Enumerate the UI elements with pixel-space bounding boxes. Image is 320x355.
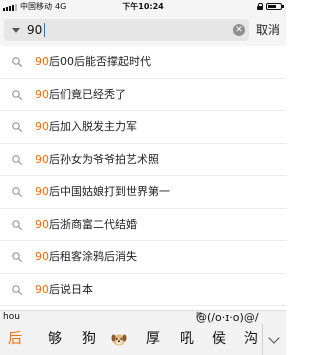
status-bar: 中国移动 4G 下午10:24 <box>0 0 286 14</box>
suggestion-match: 90 <box>35 282 49 296</box>
suggestion-text: 90后中国姑娘打到世界第一 <box>35 176 170 208</box>
search-icon <box>12 89 22 100</box>
text-cursor <box>44 23 45 37</box>
suggestion-text: 90后们竟已经秃了 <box>35 79 126 111</box>
status-time: 下午10:24 <box>122 2 164 11</box>
candidate-1[interactable]: 后 <box>4 324 26 355</box>
suggestion-match: 90 <box>35 152 49 166</box>
suggestion-item[interactable]: 90后说日本 <box>0 274 286 306</box>
suggestion-text: 90后00后能否撑起时代 <box>35 46 151 78</box>
suggestion-rest: 后孙女为爷爷拍艺术照 <box>49 152 159 166</box>
suggestion-item[interactable]: 90后们竟已经秃了 <box>0 79 286 111</box>
candidate-4[interactable]: 厚 <box>142 324 164 355</box>
search-input[interactable]: 90 ✕ <box>4 19 249 41</box>
clear-icon[interactable]: ✕ <box>233 24 245 36</box>
keyboard-candidate-bar: 后 够 狗 厚 吼 侯 沟 <box>0 324 286 355</box>
cancel-button[interactable]: 取消 <box>256 14 280 46</box>
emoticon-candidate[interactable]: @(/o·ɪ·o)@/ <box>196 311 259 324</box>
suggestion-rest: 后00后能否撑起时代 <box>49 55 151 68</box>
suggestion-match: 90 <box>35 55 49 68</box>
search-query[interactable]: 90 <box>27 19 42 41</box>
search-icon <box>12 187 22 197</box>
suggestion-match: 90 <box>35 185 49 198</box>
suggestion-item[interactable]: 90后浙商富二代结婚 <box>0 209 286 241</box>
search-header: 90 ✕ 取消 <box>0 14 286 46</box>
dog-face-emoji[interactable] <box>108 324 130 355</box>
suggestion-rest: 后浙商富二代结婚 <box>49 217 137 231</box>
pinyin-input: hou <box>3 312 20 322</box>
suggestion-item[interactable]: 90后00后能否撑起时代 <box>0 46 286 79</box>
suggestion-rest: 后租客涂鸦后消失 <box>49 250 137 263</box>
suggestion-rest: 后们竟已经秃了 <box>49 87 126 101</box>
chevron-down-icon <box>268 332 280 344</box>
battery-icon <box>266 3 284 10</box>
suggestion-item[interactable]: 90后孙女为爷爷拍艺术照 <box>0 144 286 176</box>
suggestion-rest: 后中国姑娘打到世界第一 <box>49 185 170 198</box>
suggestion-text: 90后租客涂鸦后消失 <box>35 241 137 273</box>
expand-candidates-button[interactable] <box>262 324 286 355</box>
suggestion-match: 90 <box>35 87 49 101</box>
suggestion-text: 90后说日本 <box>35 274 93 306</box>
candidate-3[interactable]: 狗 <box>78 324 100 355</box>
dog-face-icon <box>111 334 127 346</box>
candidate-2[interactable]: 够 <box>44 324 66 355</box>
orientation-lock-icon <box>257 3 263 10</box>
suggestion-item[interactable]: 90后中国姑娘打到世界第一 <box>0 176 286 209</box>
suggestion-match: 90 <box>35 120 49 133</box>
search-icon <box>12 252 22 262</box>
suggestion-rest: 后说日本 <box>49 282 93 296</box>
search-icon <box>12 122 22 132</box>
candidate-7[interactable]: 沟 <box>240 324 262 355</box>
search-icon <box>12 57 22 67</box>
search-icon <box>12 219 22 230</box>
suggestion-text: 90后加入脱发主力军 <box>35 111 137 143</box>
search-icon <box>12 154 22 165</box>
suggestion-text: 90后孙女为爷爷拍艺术照 <box>35 144 159 176</box>
suggestion-match: 90 <box>35 217 49 231</box>
suggestion-text: 90后浙商富二代结婚 <box>35 209 137 241</box>
candidate-5[interactable]: 吼 <box>176 324 198 355</box>
caret-down-icon[interactable] <box>12 28 20 33</box>
candidate-6[interactable]: 侯 <box>208 324 230 355</box>
suggestion-match: 90 <box>35 250 49 263</box>
suggestion-item[interactable]: 90后加入脱发主力军 <box>0 111 286 144</box>
search-icon <box>12 284 22 295</box>
suggestion-item[interactable]: 90后租客涂鸦后消失 <box>0 241 286 274</box>
suggestion-list: 90后00后能否撑起时代 90后们竟已经秃了 90后加入脱发主力军 90后孙女为爷爷拍… <box>0 46 286 306</box>
status-right <box>257 3 284 10</box>
suggestion-rest: 后加入脱发主力军 <box>49 120 137 133</box>
